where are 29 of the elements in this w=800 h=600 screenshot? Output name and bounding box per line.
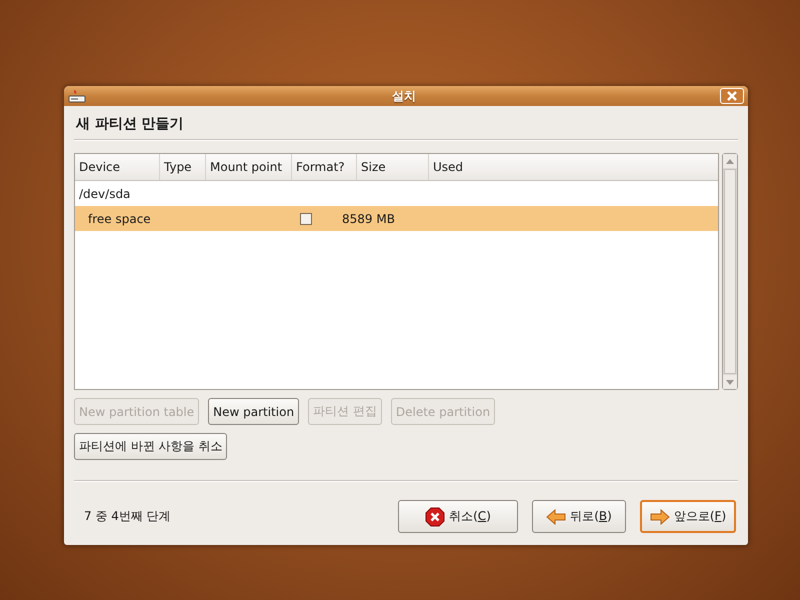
close-icon xyxy=(727,91,737,101)
revert-button[interactable]: 파티션에 바뀐 사항을 취소 xyxy=(74,433,228,460)
close-button[interactable] xyxy=(720,88,744,104)
stop-icon xyxy=(425,506,446,526)
arrow-down-icon[interactable] xyxy=(726,380,734,384)
table-row[interactable]: /dev/sda xyxy=(75,181,718,206)
column-header[interactable]: Format? xyxy=(292,154,357,180)
scrollbar[interactable] xyxy=(722,153,738,390)
column-header[interactable]: Mount point xyxy=(206,154,292,180)
table-row[interactable]: free space 8589 MB xyxy=(75,206,718,231)
device-cell-text: /dev/sda xyxy=(78,186,132,200)
step-label: 7 중 4번째 단계 xyxy=(84,508,172,525)
partition-button[interactable]: New partition xyxy=(208,398,300,425)
size-cell-text: 8589 MB xyxy=(341,212,396,226)
column-header[interactable]: Device xyxy=(75,154,160,180)
disk-icon xyxy=(68,88,86,104)
arrow-right-icon xyxy=(650,508,670,524)
cancel-button[interactable]: 취소(C) xyxy=(398,500,518,533)
column-header[interactable]: Size xyxy=(357,154,429,180)
device-cell-text: free space xyxy=(87,212,152,226)
forward-button[interactable]: 앞으로(F) xyxy=(640,500,736,533)
arrow-left-icon xyxy=(546,508,566,524)
back-button[interactable]: 뒤로(B) xyxy=(532,500,626,533)
arrow-up-icon[interactable] xyxy=(726,158,734,164)
column-header[interactable]: Type xyxy=(160,154,206,180)
page-heading: 새 파티션 만들기 xyxy=(74,115,185,134)
format-checkbox[interactable] xyxy=(300,212,312,224)
column-header[interactable]: Used xyxy=(429,154,718,180)
window-title: 설치 xyxy=(391,88,417,104)
